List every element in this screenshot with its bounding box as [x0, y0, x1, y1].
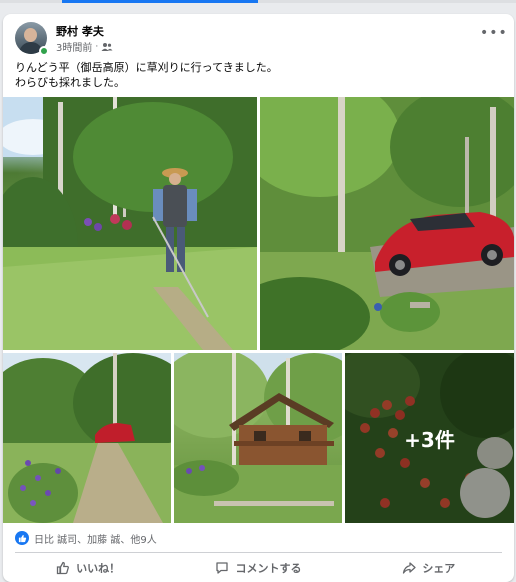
photo-2[interactable] — [260, 97, 514, 350]
post-header: 野村 孝夫 3時間前 · ••• — [3, 14, 514, 58]
post-text-line-1: りんどう平（御岳高原）に草刈りに行ってきました。 — [15, 61, 278, 74]
share-label: シェア — [422, 562, 456, 575]
photo-2-scene — [260, 97, 514, 350]
post-meta: 3時間前 · — [56, 39, 113, 54]
more-options-icon[interactable]: ••• — [480, 26, 507, 42]
active-tab-indicator — [62, 0, 258, 3]
more-photos-count: +3件 — [404, 427, 455, 452]
comment-button[interactable]: コメントする — [173, 554, 343, 582]
top-tab-bar — [0, 0, 516, 3]
photo-1[interactable] — [3, 97, 257, 350]
share-button[interactable]: シェア — [344, 554, 514, 582]
meta-separator: · — [95, 41, 99, 52]
photo-3[interactable] — [3, 353, 171, 523]
comment-icon — [216, 562, 229, 574]
more-photos-overlay[interactable]: +3件 — [345, 353, 514, 523]
post-time[interactable]: 3時間前 — [56, 39, 92, 54]
reaction-names[interactable]: 日比 誠司、加藤 誠、他9人 — [34, 531, 157, 546]
photo-3-scene — [3, 353, 171, 523]
photo-5[interactable]: +3件 — [345, 353, 514, 523]
reaction-summary[interactable]: 日比 誠司、加藤 誠、他9人 — [15, 530, 157, 546]
post-actions: いいね！ コメントする シェア — [3, 554, 514, 582]
post-text: りんどう平（御岳高原）に草刈りに行ってきました。 わらびも採れました。 — [15, 60, 495, 90]
like-reaction-icon — [15, 531, 29, 545]
photo-4[interactable] — [174, 353, 342, 523]
photo-1-scene — [3, 97, 257, 350]
friends-icon[interactable] — [101, 42, 113, 52]
like-button[interactable]: いいね！ — [3, 554, 173, 582]
action-divider — [15, 552, 502, 553]
thumbs-up-icon — [57, 561, 70, 575]
post-card: 野村 孝夫 3時間前 · ••• りんどう平（御岳高原）に草刈りに行ってきました… — [3, 14, 514, 582]
photo-grid: +3件 — [3, 97, 514, 523]
post-text-line-2: わらびも採れました。 — [15, 76, 125, 89]
author-name[interactable]: 野村 孝夫 — [56, 23, 104, 39]
photo-4-scene — [174, 353, 342, 523]
comment-label: コメントする — [235, 562, 302, 575]
like-label: いいね！ — [76, 562, 121, 575]
online-status-icon — [39, 46, 49, 56]
share-icon — [403, 562, 416, 574]
